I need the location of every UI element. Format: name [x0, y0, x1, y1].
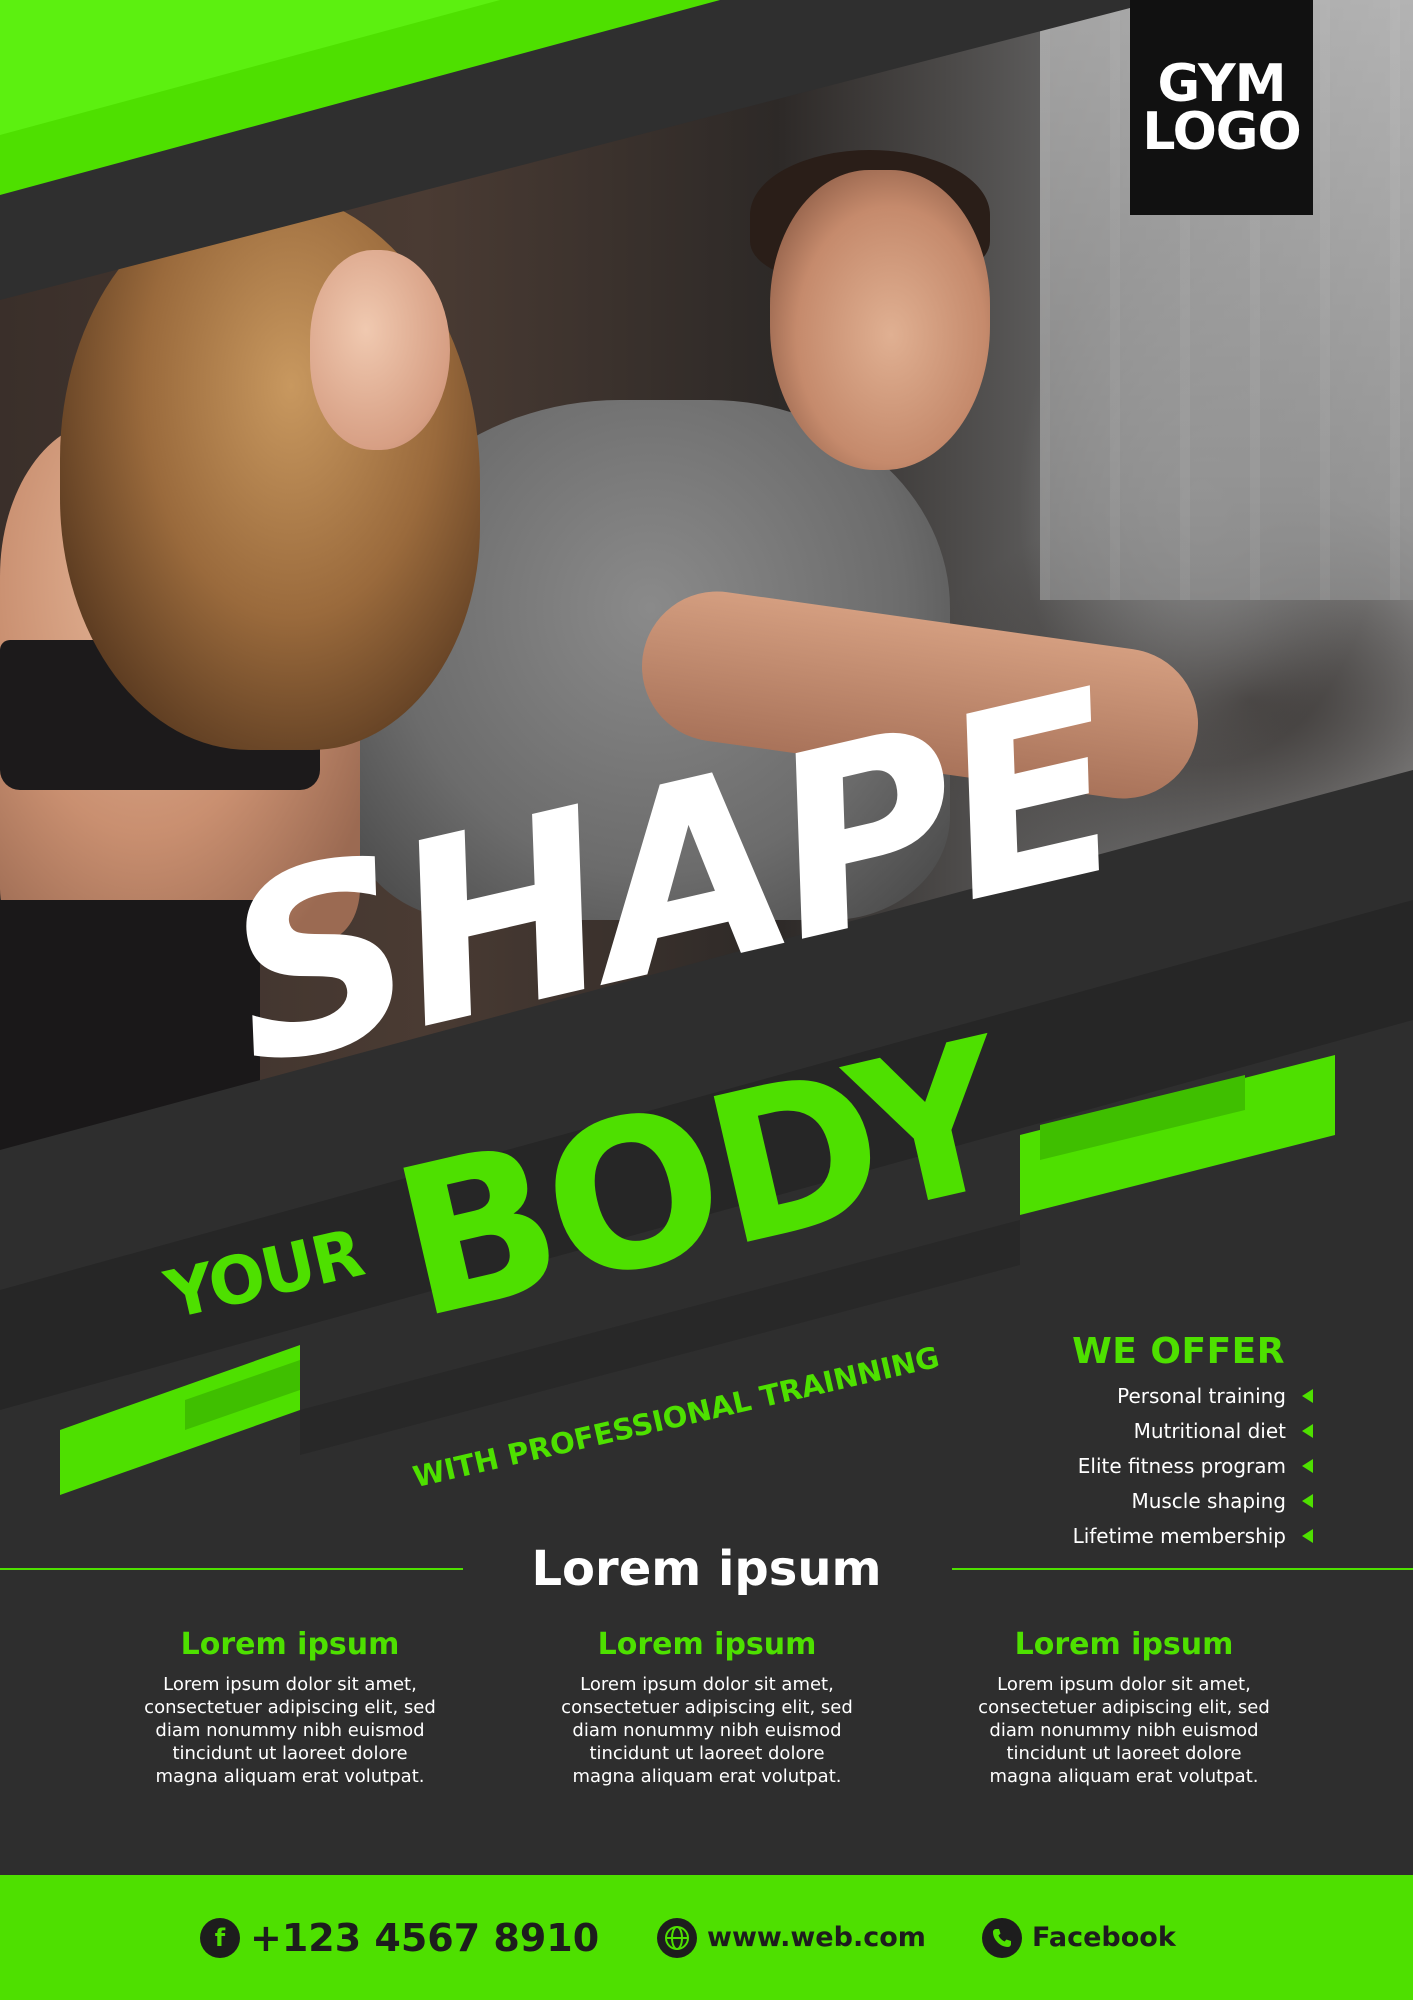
text-line: consectetuer adipiscing elit, sed [561, 1697, 853, 1718]
triangle-left-icon [1302, 1493, 1313, 1508]
info-column-text: Lorem ipsum dolor sit amet, consectetuer… [527, 1673, 887, 1788]
contact-website[interactable]: www.web.com [657, 1875, 926, 2000]
phone-text: +123 4567 8910 [250, 1915, 600, 1960]
info-column-1: Lorem ipsum Lorem ipsum dolor sit amet, … [110, 1625, 470, 1788]
info-column-2: Lorem ipsum Lorem ipsum dolor sit amet, … [527, 1625, 887, 1788]
info-column-title: Lorem ipsum [597, 1627, 817, 1662]
triangle-left-icon [1302, 1458, 1313, 1473]
offer-item: Elite fitness program [1072, 1448, 1313, 1483]
gym-logo[interactable]: GYM LOGO [1130, 0, 1313, 215]
text-line: magna aliquam erat volutpat. [572, 1766, 842, 1787]
text-line: Lorem ipsum dolor sit amet, [997, 1674, 1251, 1695]
logo-line-2: LOGO [1142, 101, 1301, 162]
offer-panel: WE OFFER Personal training Mutritional d… [1072, 1330, 1313, 1553]
text-line: magna aliquam erat volutpat. [155, 1766, 425, 1787]
text-line: diam nonummy nibh euismod [572, 1720, 842, 1741]
offer-list: Personal training Mutritional diet Elite… [1072, 1378, 1313, 1553]
facebook-icon: f [200, 1917, 240, 1958]
offer-title: WE OFFER [1072, 1331, 1285, 1372]
gym-poster: GYM LOGO SHAPE YOUR BODY WITH PROFESSION… [0, 0, 1413, 2000]
text-line: tincidunt ut laoreet dolore [172, 1743, 408, 1764]
triangle-left-icon [1302, 1423, 1313, 1438]
offer-item: Personal training [1072, 1378, 1313, 1413]
social-text: Facebook [1032, 1922, 1176, 1953]
text-line: magna aliquam erat volutpat. [989, 1766, 1259, 1787]
phone-icon [982, 1917, 1022, 1958]
text-line: tincidunt ut laoreet dolore [1006, 1743, 1242, 1764]
info-column-text: Lorem ipsum dolor sit amet, consectetuer… [944, 1673, 1304, 1788]
info-title: Lorem ipsum [531, 1541, 882, 1597]
info-column-title: Lorem ipsum [1014, 1627, 1234, 1662]
text-line: diam nonummy nibh euismod [155, 1720, 425, 1741]
offer-item: Muscle shaping [1072, 1483, 1313, 1518]
offer-item-label: Mutritional diet [1133, 1418, 1286, 1443]
offer-item-label: Muscle shaping [1131, 1488, 1286, 1513]
footer-bar: f +123 4567 8910 www.web.com Facebook [0, 1875, 1413, 2000]
text-line: diam nonummy nibh euismod [989, 1720, 1259, 1741]
text-line: Lorem ipsum dolor sit amet, [580, 1674, 834, 1695]
info-column-3: Lorem ipsum Lorem ipsum dolor sit amet, … [944, 1625, 1304, 1788]
logo-line-1: GYM [1157, 53, 1287, 114]
info-column-text: Lorem ipsum dolor sit amet, consectetuer… [110, 1673, 470, 1788]
offer-item: Mutritional diet [1072, 1413, 1313, 1448]
contact-phone[interactable]: f +123 4567 8910 [200, 1875, 599, 2000]
info-column-title: Lorem ipsum [180, 1627, 400, 1662]
website-text: www.web.com [707, 1922, 926, 1953]
triangle-left-icon [1302, 1388, 1313, 1403]
globe-icon [657, 1917, 697, 1958]
text-line: consectetuer adipiscing elit, sed [144, 1697, 436, 1718]
contact-social[interactable]: Facebook [982, 1875, 1176, 2000]
offer-item-label: Elite fitness program [1077, 1453, 1286, 1478]
text-line: consectetuer adipiscing elit, sed [978, 1697, 1270, 1718]
offer-item-label: Personal training [1117, 1383, 1286, 1408]
text-line: tincidunt ut laoreet dolore [589, 1743, 825, 1764]
text-line: Lorem ipsum dolor sit amet, [163, 1674, 417, 1695]
logo-text: GYM LOGO [1142, 53, 1301, 162]
